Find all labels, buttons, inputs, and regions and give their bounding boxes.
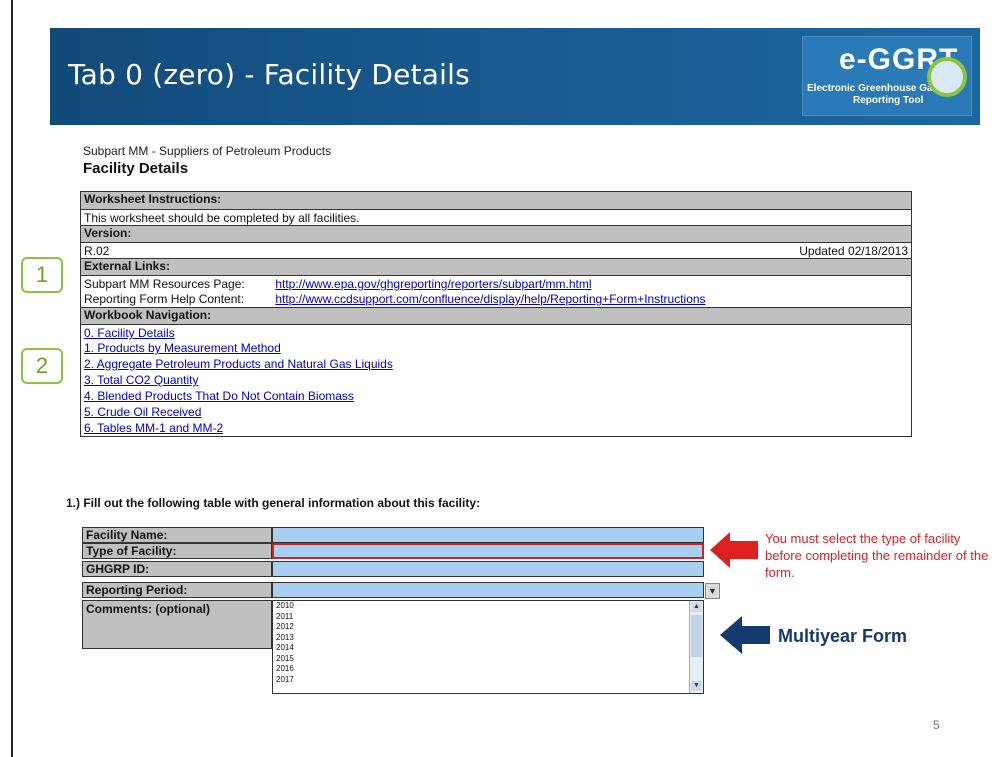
year-option[interactable]: 2013: [273, 633, 703, 644]
nav-link-label[interactable]: 6. Tables MM-1 and MM-2: [84, 421, 223, 435]
facility-name-input[interactable]: [272, 527, 704, 543]
multiyear-form-label: Multiyear Form: [778, 626, 908, 646]
year-option[interactable]: 2016: [273, 664, 703, 675]
nav-link-label[interactable]: 5. Crude Oil Received: [84, 405, 201, 419]
logo-subtext-2: Reporting Tool: [853, 95, 924, 106]
nav-link-label[interactable]: 4. Blended Products That Do Not Contain …: [84, 389, 354, 403]
reporting-period-options[interactable]: 2010 2011 2012 2013 2014 2015 2016 2017 …: [272, 600, 704, 694]
version-header: Version:: [81, 225, 911, 242]
nav-link-crude-oil[interactable]: 5. Crude Oil Received: [81, 404, 911, 420]
ghgrp-id-label: GHGRP ID:: [82, 561, 272, 577]
external-links-header: External Links:: [81, 258, 911, 275]
list-scrollbar[interactable]: ▲ ▼: [689, 601, 703, 693]
instructions-header: Worksheet Instructions:: [81, 192, 911, 209]
section-heading: Facility Details: [83, 160, 189, 177]
type-of-facility-row: Type of Facility:: [82, 543, 707, 559]
nav-link-aggregate-products[interactable]: 2. Aggregate Petroleum Products and Natu…: [81, 356, 911, 372]
external-link-row: Subpart MM Resources Page: http://www.ep…: [81, 275, 911, 291]
nav-link-facility-details[interactable]: 0. Facility Details: [81, 324, 911, 340]
logo-subtext-1: Electronic Greenhouse Gas: [807, 83, 939, 94]
type-of-facility-label: Type of Facility:: [82, 543, 272, 559]
nav-link-tables-mm[interactable]: 6. Tables MM-1 and MM-2: [81, 420, 911, 436]
page-number: 5: [933, 718, 940, 732]
version-value: R.02: [84, 244, 110, 258]
year-option[interactable]: 2010: [273, 601, 703, 612]
callout-badge-1: 1: [21, 257, 63, 293]
page-title: Tab 0 (zero) - Facility Details: [68, 58, 470, 91]
title-banner: Tab 0 (zero) - Facility Details e-GGRT E…: [50, 28, 980, 125]
nav-link-products-by-method[interactable]: 1. Products by Measurement Method: [81, 340, 911, 356]
type-of-facility-input[interactable]: [272, 543, 704, 559]
callout-badge-2: 2: [21, 348, 63, 384]
year-option[interactable]: 2011: [273, 612, 703, 623]
scroll-up-icon[interactable]: ▲: [691, 602, 702, 612]
external-link-label: Subpart MM Resources Page:: [84, 277, 245, 291]
comments-label: Comments: (optional): [82, 600, 272, 649]
year-option[interactable]: 2014: [273, 643, 703, 654]
instructions-text: This worksheet should be completed by al…: [81, 209, 911, 225]
nav-link-label[interactable]: 2. Aggregate Petroleum Products and Natu…: [84, 357, 393, 371]
eggrt-logo: e-GGRT Electronic Greenhouse Gas Reporti…: [802, 36, 972, 116]
worksheet-info-table: Worksheet Instructions: This worksheet s…: [80, 191, 912, 437]
reporting-period-label: Reporting Period:: [82, 582, 272, 598]
reporting-period-select[interactable]: ▼: [272, 582, 720, 599]
nav-link-blended-products[interactable]: 4. Blended Products That Do Not Contain …: [81, 388, 911, 404]
scroll-thumb[interactable]: [691, 615, 702, 657]
nav-link-label[interactable]: 3. Total CO2 Quantity: [84, 373, 199, 387]
help-content-link[interactable]: http://www.ccdsupport.com/confluence/dis…: [275, 292, 705, 306]
resources-page-link[interactable]: http://www.epa.gov/ghgreporting/reporter…: [275, 277, 591, 291]
red-arrow-icon: [710, 532, 758, 568]
updated-date: Updated 02/18/2013: [799, 244, 908, 258]
year-option[interactable]: 2017: [273, 675, 703, 686]
external-link-row: Reporting Form Help Content: http://www.…: [81, 291, 911, 307]
ghgrp-id-input[interactable]: [272, 561, 704, 577]
workbook-navigation-header: Workbook Navigation:: [81, 307, 911, 324]
year-option[interactable]: 2015: [273, 654, 703, 665]
facility-type-note: You must select the type of facility bef…: [765, 531, 989, 580]
facility-name-label: Facility Name:: [82, 527, 272, 543]
nav-link-label[interactable]: 1. Products by Measurement Method: [84, 341, 281, 355]
facility-name-row: Facility Name:: [82, 527, 707, 543]
external-link-label: Reporting Form Help Content:: [84, 292, 245, 306]
year-option[interactable]: 2012: [273, 622, 703, 633]
navy-arrow-icon: [720, 616, 770, 654]
dropdown-arrow-icon[interactable]: ▼: [705, 583, 720, 599]
question-label: 1.) Fill out the following table with ge…: [66, 496, 481, 510]
reporting-period-row: Reporting Period: ▼: [82, 582, 720, 599]
globe-icon: [927, 57, 967, 97]
subpart-subtitle: Subpart MM - Suppliers of Petroleum Prod…: [83, 144, 332, 158]
ghgrp-id-row: GHGRP ID:: [82, 561, 707, 577]
nav-link-label[interactable]: 0. Facility Details: [84, 326, 175, 340]
version-row: R.02 Updated 02/18/2013: [81, 242, 911, 258]
nav-link-total-co2[interactable]: 3. Total CO2 Quantity: [81, 372, 911, 388]
scroll-down-icon[interactable]: ▼: [691, 681, 702, 691]
